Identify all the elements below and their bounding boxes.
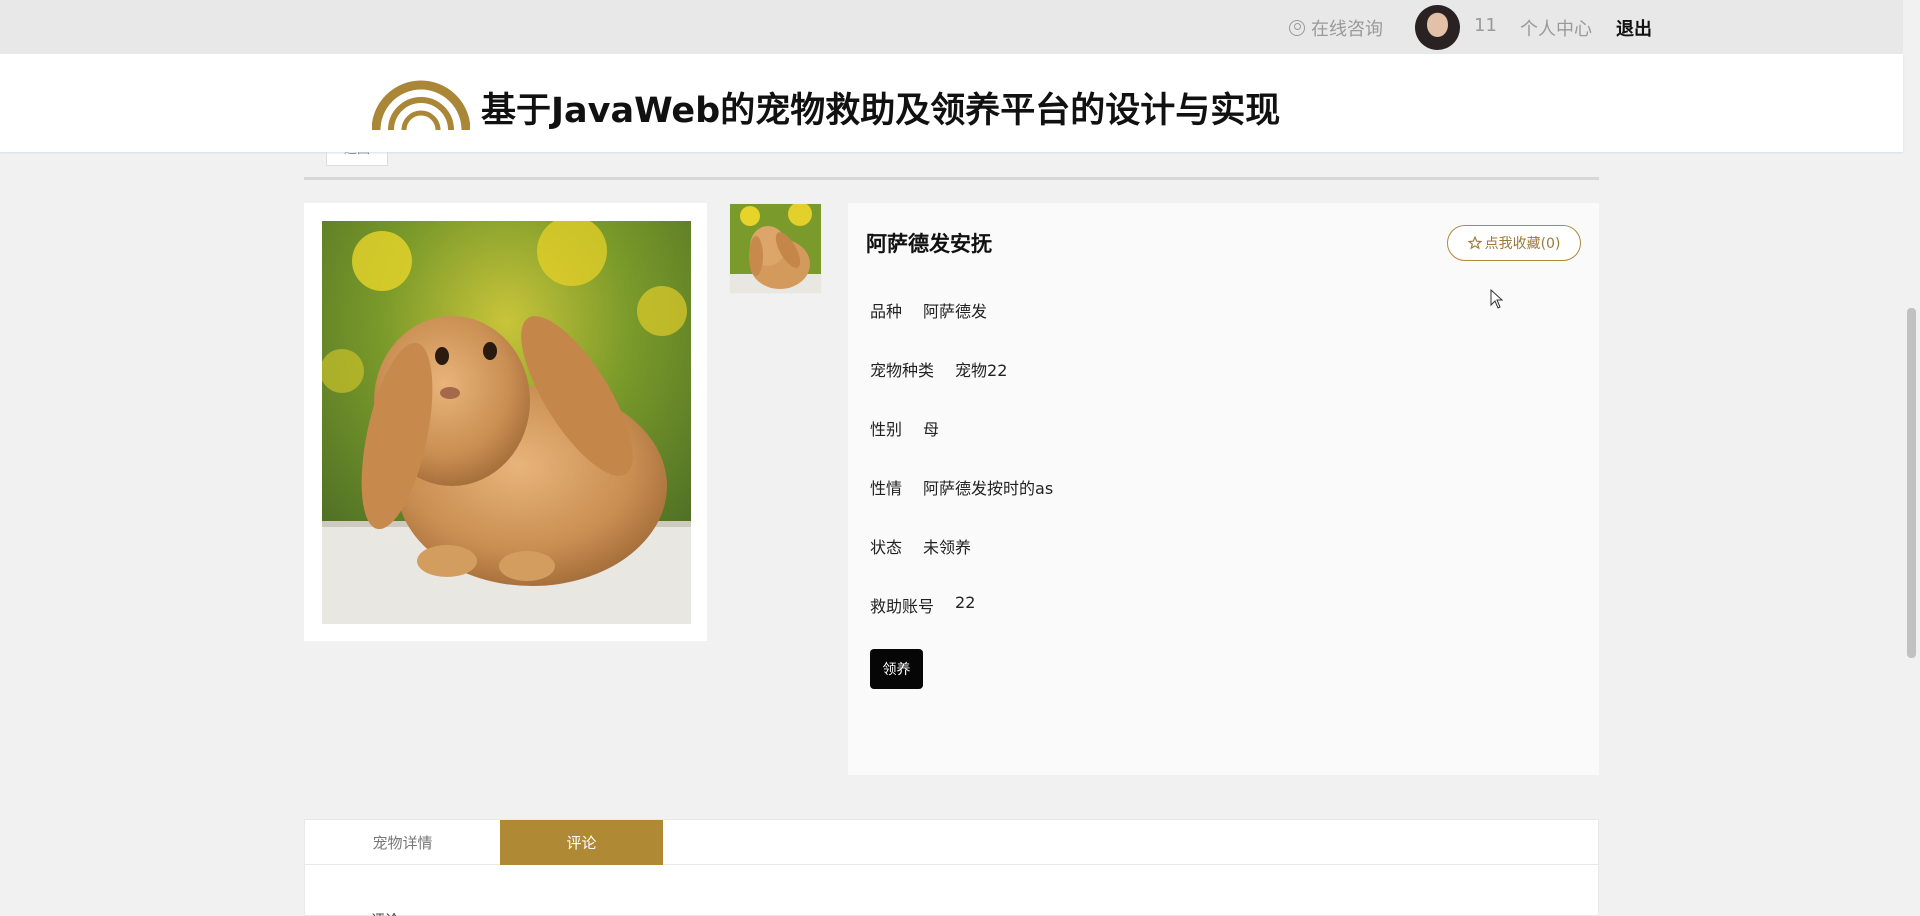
- field-value: 阿萨德发: [923, 302, 988, 321]
- divider: [304, 177, 1599, 180]
- tab-pet-details[interactable]: 宠物详情: [305, 820, 500, 865]
- field-gender: 性别 母: [870, 416, 939, 440]
- field-label: 品种: [870, 302, 903, 321]
- field-value: 母: [923, 420, 940, 439]
- field-label: 救助账号: [870, 597, 935, 616]
- site-header: 基于JavaWeb的宠物救助及领养平台的设计与实现: [0, 54, 1903, 152]
- field-label: 宠物种类: [870, 361, 935, 380]
- scroll-thumb[interactable]: [1907, 308, 1916, 658]
- field-temperament: 性情 阿萨德发按时的as: [870, 475, 1053, 499]
- field-status: 状态 未领养: [870, 534, 971, 558]
- site-title: 基于JavaWeb的宠物救助及领养平台的设计与实现: [481, 91, 1281, 131]
- pet-image-panel: [304, 203, 707, 641]
- online-consult-link[interactable]: 在线咨询: [1289, 15, 1383, 41]
- field-breed: 品种 阿萨德发: [870, 298, 987, 322]
- field-label: 性情: [870, 479, 903, 498]
- field-value: 阿萨德发按时的as: [923, 479, 1054, 498]
- field-value: 未领养: [923, 538, 972, 557]
- logout-link[interactable]: 退出: [1616, 15, 1652, 41]
- pet-info-panel: 阿萨德发安抚 点我收藏(0) 品种 阿萨德发 宠物种类 宠物22 性别 母 性情…: [848, 203, 1599, 775]
- comment-heading: 评论: [371, 910, 399, 916]
- star-outline-icon: [1467, 236, 1482, 250]
- field-value: 宠物22: [955, 361, 1008, 380]
- mouse-cursor-icon: [1490, 289, 1504, 309]
- field-label: 性别: [870, 420, 903, 439]
- site-logo: [372, 80, 470, 131]
- avatar[interactable]: [1415, 5, 1460, 50]
- field-label: 状态: [870, 538, 903, 557]
- pet-main-image[interactable]: [322, 221, 691, 624]
- username: 11: [1474, 15, 1497, 36]
- favorite-button[interactable]: 点我收藏(0): [1447, 225, 1581, 261]
- pet-name: 阿萨德发安抚: [866, 232, 992, 256]
- tab-comments[interactable]: 评论: [500, 820, 663, 865]
- personal-center-link[interactable]: 个人中心: [1520, 15, 1592, 41]
- field-species: 宠物种类 宠物22: [870, 357, 1007, 381]
- favorite-label: 点我收藏(0): [1484, 236, 1561, 252]
- user-circle-icon: [1289, 20, 1305, 36]
- top-bar: 在线咨询 11 个人中心 退出: [0, 0, 1903, 54]
- detail-tabs-section: 宠物详情 评论 评论: [304, 819, 1599, 916]
- online-consult-label: 在线咨询: [1311, 19, 1383, 40]
- field-rescue-account: 救助账号 22: [870, 593, 975, 617]
- pet-thumbnail[interactable]: [729, 203, 822, 294]
- adopt-button[interactable]: 领养: [870, 649, 923, 689]
- tab-bar: 宠物详情 评论: [305, 820, 1598, 865]
- page-scrollbar[interactable]: [1903, 0, 1920, 916]
- field-value: 22: [955, 593, 976, 612]
